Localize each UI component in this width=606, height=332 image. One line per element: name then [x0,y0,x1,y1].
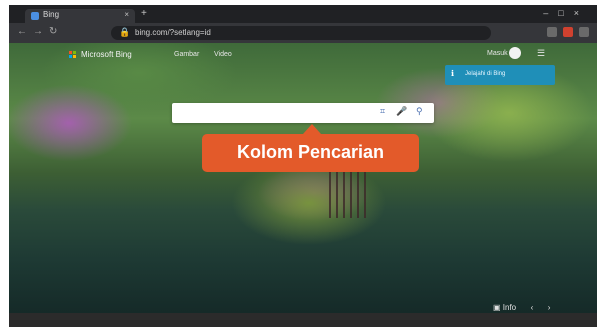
lock-icon: 🔒 [119,27,131,37]
microsoft-logo-icon [69,51,77,59]
avatar[interactable] [509,47,521,59]
tab-title: Bing [43,10,60,19]
tab-favicon-icon [31,12,39,20]
back-button[interactable]: ← [17,26,27,37]
bing-homepage: Microsoft Bing Gambar Video Masuk ☰ ℹ Je… [9,43,597,313]
notice-text: Jelajahi di Bing [465,71,506,77]
visual-search-icon[interactable]: ⌗ [380,106,385,117]
search-field-callout: Kolom Pencarian [202,124,419,172]
microphone-icon[interactable]: 🎤 [396,106,407,117]
browser-toolbar: ← → ↻ 🔒 bing.com/?setlang=id [9,23,597,43]
logo-text: Microsoft Bing [81,50,132,59]
new-tab-button[interactable]: + [141,8,147,19]
nav-link-videos[interactable]: Video [214,51,232,58]
window-controls[interactable]: –□× [543,8,589,18]
screen: Bing × + –□× ← → ↻ 🔒 bing.com/?setlang=i… [9,5,597,327]
forward-button[interactable]: → [33,26,43,37]
search-box[interactable]: ⌗ 🎤 ⚲ [172,103,434,123]
next-image-button[interactable]: › [548,303,551,312]
notice-banner[interactable]: ℹ Jelajahi di Bing [445,65,555,85]
search-input[interactable] [178,106,372,122]
address-bar[interactable]: 🔒 bing.com/?setlang=id [111,26,491,40]
bottom-bar [9,313,597,327]
nav-link-images[interactable]: Gambar [174,51,199,58]
callout-label: Kolom Pencarian [236,142,385,162]
address-text[interactable]: bing.com/?setlang=id [135,28,211,37]
reload-button[interactable]: ↻ [49,26,57,37]
extension-red-icon[interactable] [563,27,573,37]
extension-icon[interactable] [547,27,557,37]
info-icon: ℹ [451,69,455,78]
search-submit-icon[interactable]: ⚲ [416,106,423,117]
hamburger-menu-icon[interactable]: ☰ [537,48,545,59]
browser-tab[interactable]: Bing × [25,9,135,23]
browser-titlebar: Bing × + –□× [9,5,597,23]
previous-image-button[interactable]: ‹ [531,303,534,312]
image-info-button[interactable]: ▣ Info [493,303,516,312]
bottom-toolbar: ▣ Info ‹ › [493,297,560,313]
tab-close-icon[interactable]: × [124,10,129,19]
signin-link[interactable]: Masuk [487,50,508,57]
browser-menu-icon[interactable] [579,27,589,37]
